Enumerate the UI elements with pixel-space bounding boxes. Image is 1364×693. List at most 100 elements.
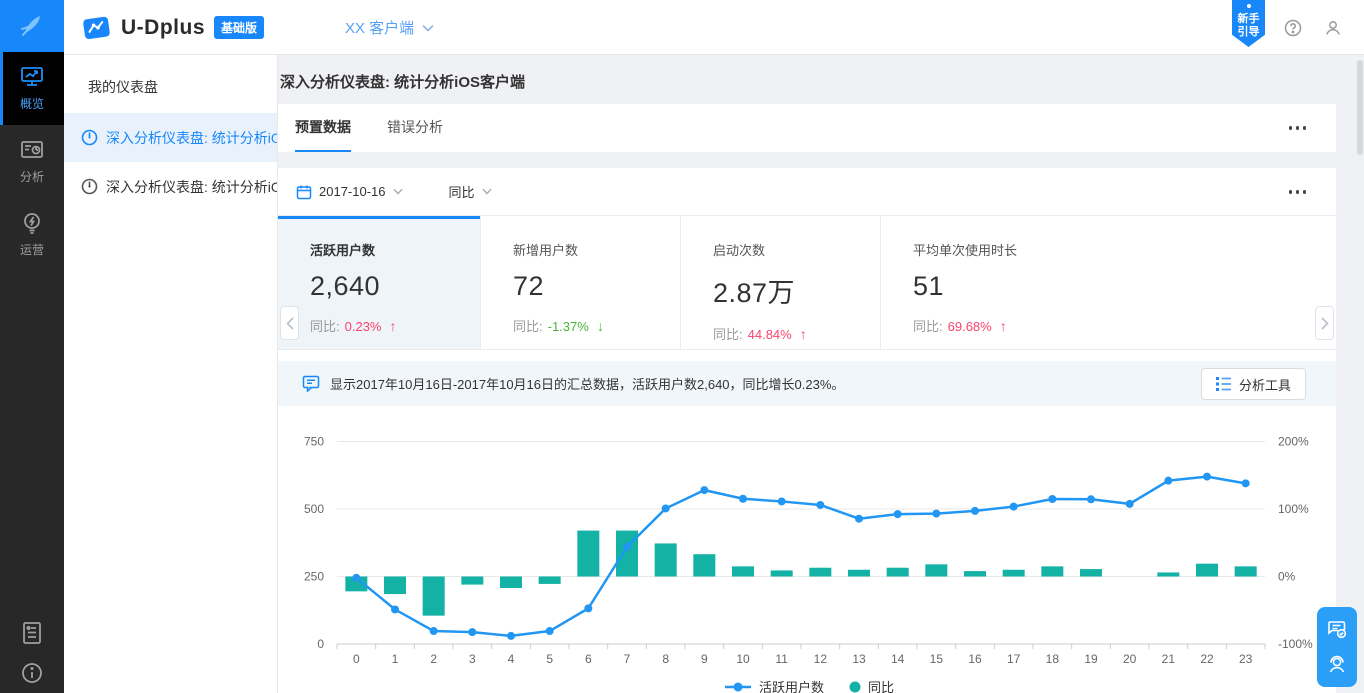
kpi-card-new-users[interactable]: 新增用户数 72 同比:-1.37%↓ bbox=[480, 216, 680, 349]
help-icon[interactable] bbox=[1284, 19, 1302, 37]
bar-yoy[interactable] bbox=[423, 577, 445, 616]
brand-logo[interactable]: U-Dplus 基础版 bbox=[81, 0, 264, 55]
ellipsis-menu-icon[interactable] bbox=[1289, 190, 1307, 194]
sidebar-item-dashboard-1[interactable]: 深入分析仪表盘: 统计分析iOS客户端 bbox=[64, 113, 277, 162]
bar-yoy[interactable] bbox=[925, 564, 947, 576]
line-point[interactable] bbox=[662, 504, 670, 512]
line-point[interactable] bbox=[932, 510, 940, 518]
tab-preset-data[interactable]: 预置数据 bbox=[295, 104, 351, 152]
compare-picker[interactable]: 同比 bbox=[449, 182, 492, 201]
line-point[interactable] bbox=[1087, 495, 1095, 503]
vertical-scrollbar[interactable] bbox=[1357, 60, 1363, 155]
chevron-left-icon[interactable] bbox=[280, 306, 299, 340]
line-point[interactable] bbox=[584, 604, 592, 612]
rail-item-overview[interactable]: 概览 bbox=[0, 52, 64, 125]
combo-chart[interactable]: 0250500750-100%0%100%200%012345678910111… bbox=[278, 406, 1336, 693]
kpi-card-launches[interactable]: 启动次数 2.87万 同比:44.84%↑ bbox=[680, 216, 880, 349]
bar-yoy[interactable] bbox=[848, 570, 870, 577]
kpi-card-avg-session[interactable]: 平均单次使用时长 51 同比:69.68%↑ bbox=[880, 216, 1336, 349]
bar-yoy[interactable] bbox=[461, 577, 483, 585]
line-point[interactable] bbox=[778, 497, 786, 505]
x-axis-label: 9 bbox=[701, 652, 708, 666]
line-point[interactable] bbox=[894, 510, 902, 518]
bar-yoy[interactable] bbox=[1041, 566, 1063, 576]
bar-yoy[interactable] bbox=[384, 577, 406, 595]
line-point[interactable] bbox=[430, 627, 438, 635]
x-axis-label: 6 bbox=[585, 652, 592, 666]
x-axis-label: 1 bbox=[392, 652, 399, 666]
kpi-value: 2,640 bbox=[310, 271, 480, 302]
bar-yoy[interactable] bbox=[1157, 572, 1179, 576]
line-point[interactable] bbox=[1126, 500, 1134, 508]
bar-yoy[interactable] bbox=[771, 570, 793, 576]
legend-bar-marker bbox=[850, 682, 861, 693]
bar-yoy[interactable] bbox=[1003, 570, 1025, 577]
rail-item-analysis[interactable]: 分析 bbox=[0, 125, 64, 198]
kpi-card-active-users[interactable]: 活跃用户数 2,640 同比:0.23%↑ bbox=[278, 216, 480, 349]
rail-item-operation[interactable]: 运营 bbox=[0, 198, 64, 271]
line-point[interactable] bbox=[468, 628, 476, 636]
bar-yoy[interactable] bbox=[539, 577, 561, 584]
filter-row: 2017-10-16 同比 bbox=[278, 168, 1336, 216]
feedback-icon[interactable] bbox=[1326, 619, 1348, 641]
line-point[interactable] bbox=[855, 515, 863, 523]
right-axis-tick: 200% bbox=[1278, 435, 1309, 449]
date-picker[interactable]: 2017-10-16 bbox=[296, 184, 403, 200]
analysis-tools-button[interactable]: 分析工具 bbox=[1201, 368, 1306, 400]
udplus-logo-icon bbox=[81, 14, 112, 41]
dashboard-list: 深入分析仪表盘: 统计分析iOS客户端 深入分析仪表盘: 统计分析iOS客户端 bbox=[64, 113, 277, 211]
line-point[interactable] bbox=[1164, 477, 1172, 485]
x-axis-label: 10 bbox=[736, 652, 750, 666]
bar-yoy[interactable] bbox=[809, 568, 831, 577]
bar-yoy[interactable] bbox=[693, 554, 715, 576]
list-icon bbox=[1216, 377, 1231, 391]
tab-error-analysis[interactable]: 错误分析 bbox=[387, 104, 443, 152]
app-switcher[interactable]: XX 客户端 bbox=[345, 0, 434, 55]
gauge-icon bbox=[81, 129, 98, 146]
support-icon[interactable] bbox=[1326, 653, 1348, 675]
info-icon[interactable] bbox=[0, 653, 64, 693]
line-point[interactable] bbox=[546, 627, 554, 635]
sidebar-item-label: 深入分析仪表盘: 统计分析iOS客户端 bbox=[106, 177, 277, 197]
line-point[interactable] bbox=[623, 543, 631, 551]
bar-yoy[interactable] bbox=[964, 571, 986, 576]
bar-yoy[interactable] bbox=[1080, 569, 1102, 576]
report-icon[interactable] bbox=[0, 613, 64, 653]
bar-yoy[interactable] bbox=[732, 566, 754, 576]
line-point[interactable] bbox=[739, 495, 747, 503]
legend-label-yoy[interactable]: 同比 bbox=[868, 680, 894, 693]
summary-text: 显示2017年10月16日-2017年10月16日的汇总数据，活跃用户数2,64… bbox=[330, 374, 844, 393]
feather-logo-icon[interactable] bbox=[0, 0, 64, 52]
line-point[interactable] bbox=[391, 605, 399, 613]
line-point[interactable] bbox=[1048, 495, 1056, 503]
line-point[interactable] bbox=[700, 486, 708, 494]
rail-item-label: 运营 bbox=[20, 241, 44, 258]
user-icon[interactable] bbox=[1324, 19, 1342, 37]
chevron-right-icon[interactable] bbox=[1315, 306, 1334, 340]
kpi-strip: 活跃用户数 2,640 同比:0.23%↑ 新增用户数 72 同比:-1.37%… bbox=[278, 216, 1336, 350]
line-point[interactable] bbox=[971, 507, 979, 515]
line-point[interactable] bbox=[507, 632, 515, 640]
line-point[interactable] bbox=[352, 574, 360, 582]
summary-bar: 显示2017年10月16日-2017年10月16日的汇总数据，活跃用户数2,64… bbox=[278, 361, 1336, 406]
message-icon bbox=[302, 375, 320, 392]
bar-yoy[interactable] bbox=[655, 543, 677, 576]
x-axis-label: 21 bbox=[1162, 652, 1176, 666]
line-point[interactable] bbox=[816, 501, 824, 509]
bar-yoy[interactable] bbox=[1235, 566, 1257, 576]
bar-yoy[interactable] bbox=[577, 531, 599, 577]
ellipsis-menu-icon[interactable] bbox=[1289, 126, 1307, 130]
right-axis-tick: -100% bbox=[1278, 637, 1313, 651]
x-axis-label: 5 bbox=[546, 652, 553, 666]
app-switcher-label: XX 客户端 bbox=[345, 17, 414, 38]
sidebar-item-dashboard-2[interactable]: 深入分析仪表盘: 统计分析iOS客户端 bbox=[64, 162, 277, 211]
guide-ribbon[interactable]: 新手 引导 bbox=[1232, 0, 1265, 47]
app-rail: 概览 分析 运营 bbox=[0, 0, 64, 693]
legend-label-active-users[interactable]: 活跃用户数 bbox=[759, 680, 824, 693]
bar-yoy[interactable] bbox=[500, 577, 522, 588]
line-point[interactable] bbox=[1242, 479, 1250, 487]
bar-yoy[interactable] bbox=[1196, 564, 1218, 577]
line-point[interactable] bbox=[1010, 503, 1018, 511]
line-point[interactable] bbox=[1203, 473, 1211, 481]
bar-yoy[interactable] bbox=[887, 568, 909, 577]
